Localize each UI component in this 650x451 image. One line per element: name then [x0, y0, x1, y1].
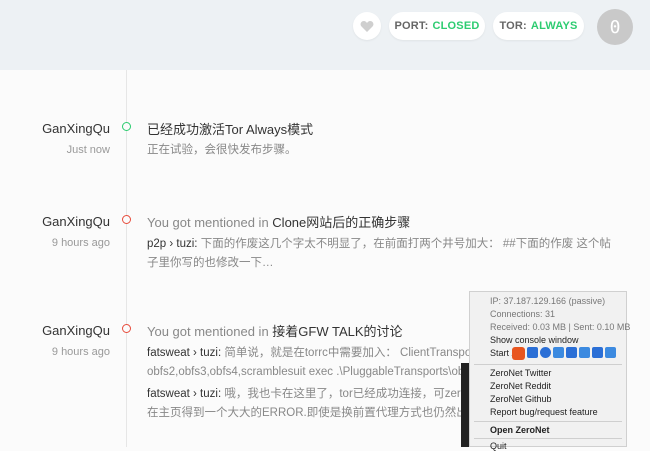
menu-traffic: Received: 0.03 MB | Sent: 0.10 MB — [490, 322, 631, 332]
comment-separator: › tuzi: — [193, 388, 222, 400]
user-avatar[interactable]: 0 — [597, 9, 633, 45]
top-header: PORT: CLOSED TOR: ALWAYS 0 — [0, 0, 650, 70]
feed-title-text[interactable]: 已经成功激活Tor Always模式 — [147, 122, 313, 137]
comment-author[interactable]: fatsweat — [147, 388, 190, 400]
comment-separator: › tuzi: — [193, 347, 222, 359]
comment-author[interactable]: fatsweat — [147, 347, 190, 359]
menu-reddit[interactable]: ZeroNet Reddit — [490, 381, 551, 391]
feed-body: 正在试验，会很快发布步骤。 — [147, 141, 617, 160]
port-label: PORT: — [394, 20, 429, 32]
port-value: CLOSED — [432, 20, 480, 32]
feed-user[interactable]: GanXingQu — [0, 214, 110, 229]
feed-user[interactable]: GanXingQu — [0, 323, 110, 338]
feed-title-prefix: You got mentioned in — [147, 215, 269, 230]
feed-body-line: 下面的作废这几个字太不明显了，在前面打两个井号加大： ##下面的作废 这个帖 — [200, 238, 611, 250]
feed-body: p2p › tuzi: 下面的作废这几个字太不明显了，在前面打两个井号加大： #… — [147, 235, 617, 273]
feed-user[interactable]: GanXingQu — [0, 121, 110, 136]
feed-body-line: 正在试验，会很快发布步骤。 — [147, 144, 297, 156]
menu-separator — [474, 438, 622, 439]
ime-chinese-icon[interactable] — [527, 347, 538, 358]
tor-value: ALWAYS — [530, 20, 578, 32]
feed-title[interactable]: 已经成功激活Tor Always模式 — [147, 119, 313, 138]
mention-dot — [122, 215, 131, 224]
comment-author[interactable]: p2p — [147, 238, 166, 250]
menu-report[interactable]: Report bug/request feature — [490, 407, 598, 417]
menu-separator — [474, 421, 622, 422]
feed-time: 9 hours ago — [51, 237, 110, 249]
ime-moon-icon[interactable] — [540, 347, 551, 358]
ime-punct-icon[interactable] — [553, 347, 564, 358]
menu-show-console[interactable]: Show console window — [490, 335, 579, 345]
feed-time: Just now — [66, 144, 110, 156]
feed-body-line: 简单说，就是在torrc中需要加入： ClientTransport — [224, 347, 479, 359]
feed-body-line: 哦，我也卡在这里了，tor已经成功连接，可zero — [224, 388, 468, 400]
port-status-badge[interactable]: PORT: CLOSED — [389, 12, 485, 40]
mention-dot — [122, 324, 131, 333]
menu-open-zeronet[interactable]: Open ZeroNet — [490, 425, 550, 435]
menu-separator — [474, 364, 622, 365]
tor-label: TOR: — [499, 20, 527, 32]
ime-toolbar[interactable] — [512, 347, 616, 360]
feed-title-prefix: You got mentioned in — [147, 324, 269, 339]
ime-user-icon[interactable] — [579, 347, 590, 358]
menu-connections: Connections: 31 — [490, 309, 556, 319]
ime-logo-icon[interactable] — [512, 347, 525, 360]
feed-time: 9 hours ago — [51, 346, 110, 358]
feed-title[interactable]: You got mentioned in Clone网站后的正确步骤 — [147, 212, 410, 231]
menu-github[interactable]: ZeroNet Github — [490, 394, 552, 404]
feed-body-line: 子里你写的也修改一下… — [147, 257, 274, 269]
ime-wrench-icon[interactable] — [605, 347, 616, 358]
tor-status-badge[interactable]: TOR: ALWAYS — [493, 12, 584, 40]
status-dot — [122, 122, 131, 131]
tray-context-menu: IP: 37.187.129.166 (passive) Connections… — [469, 291, 631, 451]
menu-ip: IP: 37.187.129.166 (passive) — [490, 296, 606, 306]
feed-title[interactable]: You got mentioned in 接着GFW TALK的讨论 — [147, 321, 403, 340]
ime-shirt-icon[interactable] — [592, 347, 603, 358]
menu-twitter[interactable]: ZeroNet Twitter — [490, 368, 551, 378]
feed-title-link[interactable]: 接着GFW TALK的讨论 — [272, 324, 402, 339]
heart-icon — [360, 20, 374, 32]
like-button[interactable] — [353, 12, 381, 40]
ime-keyboard-icon[interactable] — [566, 347, 577, 358]
comment-separator: › tuzi: — [169, 238, 198, 250]
feed-title-link[interactable]: Clone网站后的正确步骤 — [272, 215, 410, 230]
menu-quit[interactable]: Quit — [490, 441, 507, 451]
